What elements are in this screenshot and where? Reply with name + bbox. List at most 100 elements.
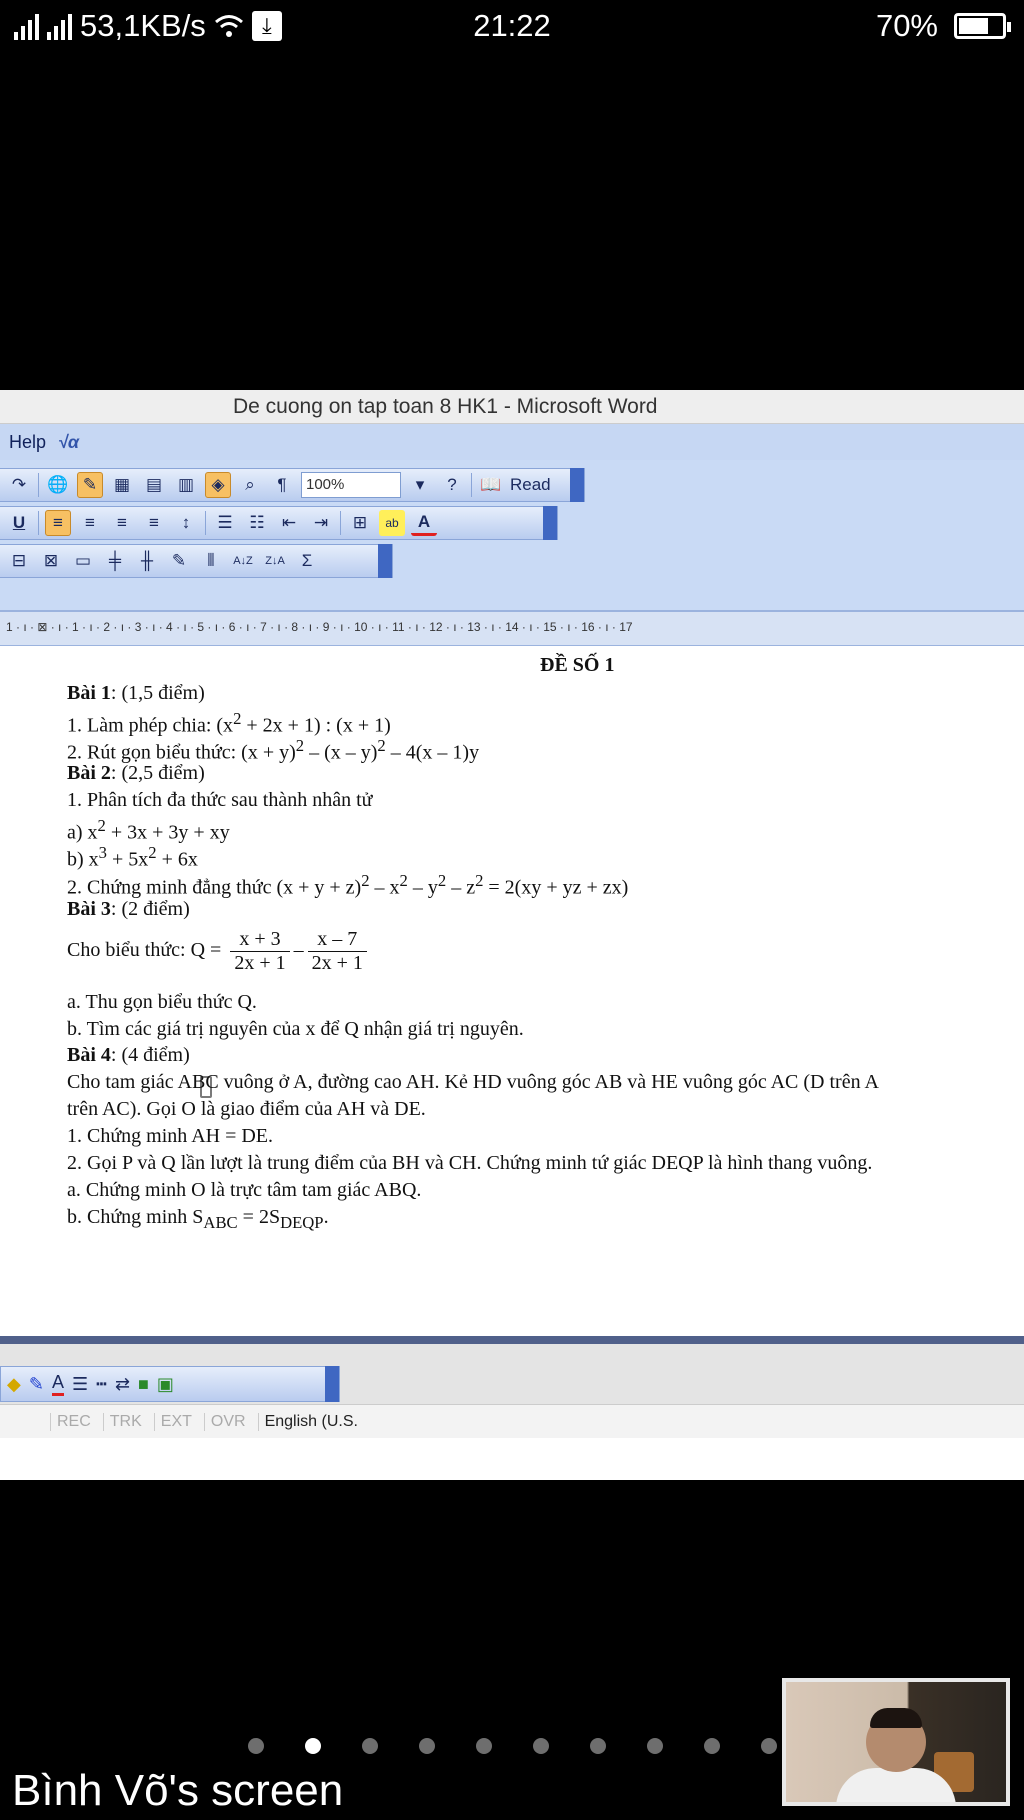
numbering-icon[interactable]: ☰ [212, 510, 238, 536]
toolbar-options-icon[interactable] [378, 544, 392, 578]
doc-line: Bài 1: (1,5 điểm) [67, 682, 205, 705]
hyperlink-icon[interactable]: 🌐 [45, 472, 71, 498]
doc-line: b. Chứng minh SABC = 2SDEQP. [67, 1206, 329, 1233]
page-dot[interactable] [533, 1738, 549, 1754]
shadow-icon[interactable]: ■ [138, 1374, 149, 1395]
subscript: ABC [203, 1213, 238, 1232]
fraction: x – 7 2x + 1 [307, 928, 367, 975]
doc-text: – (x – y) [304, 741, 378, 764]
align-cell-icon[interactable]: ▭ [70, 548, 96, 574]
page-dot[interactable] [704, 1738, 720, 1754]
3d-icon[interactable]: ▣ [157, 1374, 174, 1395]
decrease-indent-icon[interactable]: ⇤ [276, 510, 302, 536]
toolbar-options-icon[interactable] [325, 1366, 339, 1402]
sort-ascending-button[interactable]: A↓Z [230, 548, 256, 574]
doc-line: Bài 4: (4 điểm) [67, 1044, 190, 1067]
autosum-button[interactable]: Σ [294, 548, 320, 574]
dash-style-icon[interactable]: ┅ [96, 1374, 107, 1395]
battery-percent: 70% [875, 8, 938, 43]
doc-line: a. Chứng minh O là trực tâm tam giác ABQ… [67, 1179, 422, 1201]
doc-text: b) x [67, 848, 99, 871]
autoformat-icon[interactable]: ✎ [166, 548, 192, 574]
exercise-label: Bài 1 [67, 682, 111, 704]
ext-indicator[interactable]: EXT [153, 1412, 198, 1431]
menu-help[interactable]: Help [9, 424, 46, 460]
word-status-bar: REC TRK EXT OVR English (U.S. [0, 1404, 1024, 1438]
chevron-down-icon[interactable]: ▾ [407, 472, 433, 498]
insert-excel-icon[interactable]: ▤ [141, 472, 167, 498]
horizontal-ruler[interactable]: 1 · ı · ⊠ · ı · 1 · ı · 2 · ı · 3 · ı · … [0, 612, 1024, 646]
camera-preview[interactable] [782, 1678, 1010, 1806]
show-hide-icon[interactable]: ¶ [269, 472, 295, 498]
language-indicator[interactable]: English (U.S. [257, 1412, 364, 1431]
tables-borders-icon[interactable]: ✎ [77, 472, 103, 498]
page-dot[interactable] [590, 1738, 606, 1754]
fill-color-icon[interactable]: ◆ [7, 1374, 21, 1395]
clock: 21:22 [473, 8, 551, 43]
align-right-icon[interactable]: ≡ [109, 510, 135, 536]
justify-icon[interactable]: ≡ [141, 510, 167, 536]
doc-line: b. Tìm các giá trị nguyên của x để Q nhậ… [67, 1018, 524, 1040]
zoom-select[interactable]: 100% [301, 472, 401, 498]
trk-indicator[interactable]: TRK [102, 1412, 148, 1431]
page-dot[interactable] [305, 1738, 321, 1754]
align-left-icon[interactable]: ≡ [45, 510, 71, 536]
page-dot[interactable] [647, 1738, 663, 1754]
split-cells-icon[interactable]: ⊠ [38, 548, 64, 574]
drawing-icon[interactable]: ◈ [205, 472, 231, 498]
mouse-cursor-icon [200, 1076, 212, 1098]
line-style-icon[interactable]: ☰ [72, 1374, 88, 1395]
sort-descending-button[interactable]: Z↓A [262, 548, 288, 574]
document-page[interactable]: ĐỀ SỐ 1 Bài 1: (1,5 điểm) 1. Làm phép ch… [0, 646, 1024, 1336]
toolbar-options-icon[interactable] [570, 468, 584, 502]
doc-text: + 3x + 3y + xy [105, 821, 230, 844]
equation-icon[interactable]: √α [58, 424, 79, 460]
denominator: 2x + 1 [311, 952, 363, 974]
font-color-button[interactable]: A [411, 510, 437, 536]
status-right: 70% [875, 8, 1011, 44]
doc-line: 1. Chứng minh AH = DE. [67, 1125, 274, 1147]
page-dot[interactable] [419, 1738, 435, 1754]
line-color-icon[interactable]: ✎ [29, 1374, 44, 1395]
page-dot[interactable] [248, 1738, 264, 1754]
border-icon[interactable]: ⊞ [347, 510, 373, 536]
rec-indicator[interactable]: REC [50, 1412, 97, 1431]
exponent: 2 [399, 871, 408, 890]
toolbar-options-icon[interactable] [543, 506, 557, 540]
doc-text: – x [369, 876, 400, 899]
page-dot[interactable] [362, 1738, 378, 1754]
redo-icon[interactable]: ↷ [6, 472, 32, 498]
exercise-points: : (2,5 điểm) [110, 762, 205, 784]
insert-table-icon[interactable]: ▦ [109, 472, 135, 498]
read-icon[interactable]: 📖 [478, 472, 504, 498]
doc-line: b) x3 + 5x2 + 6x [67, 843, 198, 872]
doc-text: 1. Làm phép chia: (x [67, 714, 234, 737]
page-dot[interactable] [761, 1738, 777, 1754]
exercise-label: Bài 4 [67, 1044, 111, 1066]
doc-text: Cho biểu thức: Q = [67, 939, 222, 962]
bullets-icon[interactable]: ☷ [244, 510, 270, 536]
exercise-points: : (1,5 điểm) [110, 682, 205, 704]
columns-icon[interactable]: ▥ [173, 472, 199, 498]
doc-text: 2. Rút gọn biểu thức: (x + y) [67, 741, 296, 764]
distribute-rows-icon[interactable]: ╪ [102, 548, 128, 574]
distribute-columns-icon[interactable]: ╫ [134, 548, 160, 574]
ovr-indicator[interactable]: OVR [203, 1412, 252, 1431]
arrow-style-icon[interactable]: ⇄ [115, 1374, 130, 1395]
denominator: 2x + 1 [234, 952, 286, 974]
align-center-icon[interactable]: ≡ [77, 510, 103, 536]
help-icon[interactable]: ? [439, 472, 465, 498]
read-button[interactable]: Read [510, 475, 551, 495]
document-map-icon[interactable]: ⌕ [237, 472, 263, 498]
merge-cells-icon[interactable]: ⊟ [6, 548, 32, 574]
highlight-button[interactable]: ab [379, 510, 405, 536]
standard-toolbar: ↷ 🌐 ✎ ▦ ▤ ▥ ◈ ⌕ ¶ 100% ▾ ? 📖 Read [0, 468, 585, 502]
font-color-icon[interactable]: A [51, 1372, 64, 1396]
increase-indent-icon[interactable]: ⇥ [308, 510, 334, 536]
person-hair [870, 1708, 922, 1728]
line-spacing-icon[interactable]: ↕ [173, 510, 199, 536]
underline-button[interactable]: U [6, 510, 32, 536]
page-indicator[interactable] [248, 1738, 777, 1754]
page-dot[interactable] [476, 1738, 492, 1754]
text-direction-icon[interactable]: ⫴ [198, 548, 224, 574]
